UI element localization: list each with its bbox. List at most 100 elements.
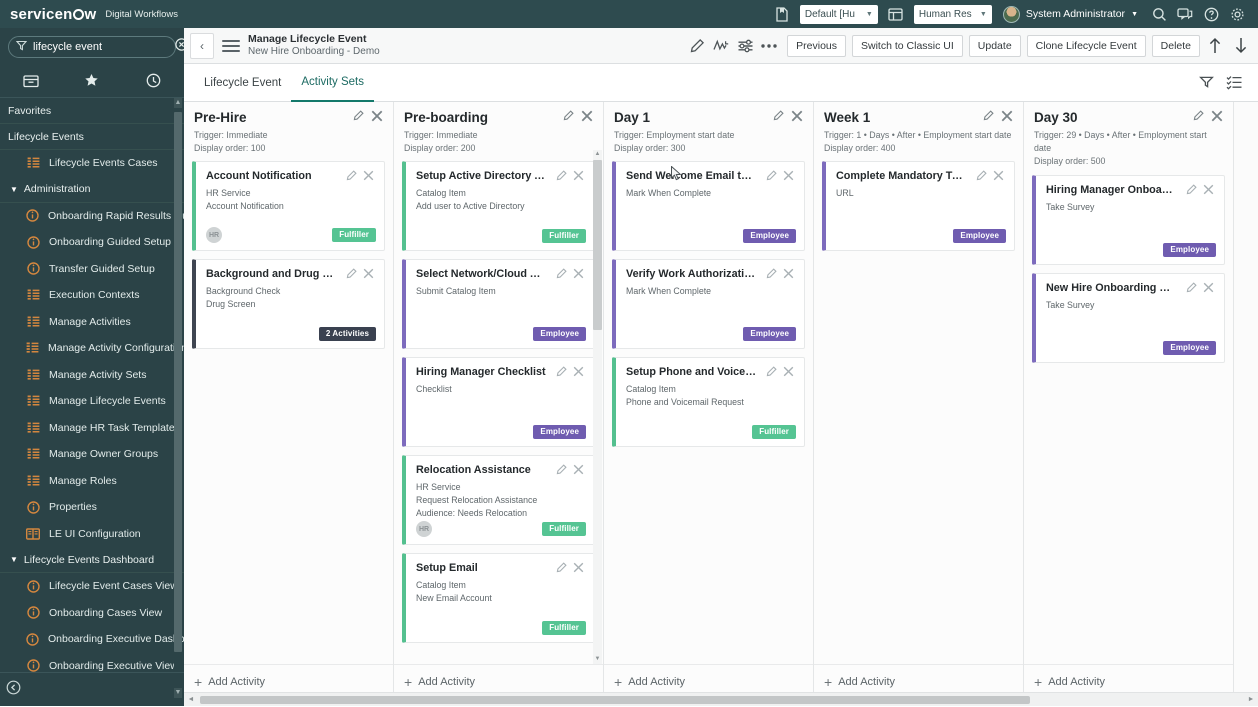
activity-card[interactable]: Send Welcome Email to TeamMark When Comp…	[612, 161, 805, 251]
delete-card-icon[interactable]	[783, 366, 794, 380]
filter-icon[interactable]	[1192, 64, 1220, 102]
edit-column-icon[interactable]	[773, 110, 784, 124]
record-menu-icon[interactable]	[222, 40, 240, 52]
column-card-list[interactable]: Account NotificationHR ServiceAccount No…	[184, 161, 393, 664]
activity-card[interactable]: Complete Mandatory TrainingURLEmployee	[822, 161, 1015, 251]
servicenow-logo[interactable]: servicenw	[10, 7, 96, 22]
hscroll-left-icon[interactable]: ◄	[184, 693, 198, 707]
activity-card[interactable]: New Hire Onboarding SurveyTake SurveyEmp…	[1032, 273, 1225, 363]
sidebar-item-onboarding-cases-view[interactable]: Onboarding Cases View	[0, 600, 184, 627]
board-horizontal-scrollbar[interactable]: ◄ ►	[184, 692, 1258, 706]
sidebar-item-le-ui-configuration[interactable]: LE UI Configuration	[0, 521, 184, 548]
delete-card-icon[interactable]	[1203, 282, 1214, 296]
back-button[interactable]: ‹	[190, 33, 214, 59]
sidebar-item-execution-contexts[interactable]: Execution Contexts	[0, 282, 184, 309]
delete-column-icon[interactable]	[1001, 110, 1013, 125]
docs-icon[interactable]	[769, 0, 795, 28]
delete-card-icon[interactable]	[993, 170, 1004, 184]
filter-sliders-icon[interactable]	[733, 33, 757, 59]
delete-column-icon[interactable]	[581, 110, 593, 125]
column-scroll-down-icon[interactable]: ▼	[593, 655, 602, 664]
update-button[interactable]: Update	[969, 35, 1021, 57]
delete-card-icon[interactable]	[363, 170, 374, 184]
sidebar-item-lifecycle-events-cases[interactable]: Lifecycle Events Cases	[0, 150, 184, 177]
edit-card-icon[interactable]	[766, 268, 777, 282]
sidebar-item-onboarding-executive-dashboard[interactable]: Onboarding Executive Dashboard	[0, 626, 184, 653]
add-activity-button[interactable]: +Add Activity	[404, 674, 475, 690]
activity-card[interactable]: Relocation AssistanceHR ServiceRequest R…	[402, 455, 595, 545]
column-card-list[interactable]: Hiring Manager Onboarding ...Take Survey…	[1024, 175, 1233, 664]
switch-to-classic-ui-button[interactable]: Switch to Classic UI	[852, 35, 963, 57]
hscroll-right-icon[interactable]: ►	[1244, 693, 1258, 707]
add-activity-button[interactable]: +Add Activity	[194, 674, 265, 690]
favorites-icon[interactable]	[61, 64, 122, 98]
more-icon[interactable]	[757, 33, 781, 59]
nav-filter-input[interactable]	[33, 41, 175, 53]
edit-card-icon[interactable]	[346, 268, 357, 282]
domain-select[interactable]: Default [Hu ▼	[800, 5, 878, 24]
previous-button[interactable]: Previous	[787, 35, 846, 57]
collapse-nav-icon[interactable]	[6, 680, 21, 700]
edit-column-icon[interactable]	[983, 110, 994, 124]
nav-filter[interactable]	[8, 36, 176, 58]
pencil-icon[interactable]	[685, 33, 709, 59]
nav-list[interactable]: FavoritesLifecycle EventsLifecycle Event…	[0, 98, 184, 698]
column-card-list[interactable]: Send Welcome Email to TeamMark When Comp…	[604, 161, 813, 664]
edit-card-icon[interactable]	[1186, 282, 1197, 296]
delete-card-icon[interactable]	[573, 562, 584, 576]
sidebar-item-properties[interactable]: Properties	[0, 494, 184, 521]
all-apps-icon[interactable]	[0, 64, 61, 98]
arrow-down-icon[interactable]	[1230, 33, 1252, 59]
sidebar-item-manage-lifecycle-events[interactable]: Manage Lifecycle Events	[0, 388, 184, 415]
sidebar-item-manage-activity-configuration[interactable]: Manage Activity Configuration	[0, 335, 184, 362]
window-icon[interactable]	[883, 0, 909, 28]
sidebar-item-lifecycle-event-cases-view[interactable]: Lifecycle Event Cases View	[0, 573, 184, 600]
help-icon[interactable]	[1198, 0, 1224, 28]
clone-lifecycle-event-button[interactable]: Clone Lifecycle Event	[1027, 35, 1146, 57]
delete-column-icon[interactable]	[791, 110, 803, 125]
sidebar-item-onboarding-guided-setup[interactable]: Onboarding Guided Setup	[0, 229, 184, 256]
edit-card-icon[interactable]	[556, 562, 567, 576]
activity-card[interactable]: Select Network/Cloud Acc...Submit Catalo…	[402, 259, 595, 349]
history-icon[interactable]	[123, 64, 184, 98]
tab-lifecycle-event[interactable]: Lifecycle Event	[194, 64, 291, 102]
add-activity-button[interactable]: +Add Activity	[614, 674, 685, 690]
edit-card-icon[interactable]	[976, 170, 987, 184]
gear-icon[interactable]	[1224, 0, 1250, 28]
edit-card-icon[interactable]	[556, 268, 567, 282]
edit-card-icon[interactable]	[556, 464, 567, 478]
activity-card[interactable]: Background and Drug ChecksBackground Che…	[192, 259, 385, 349]
activity-card[interactable]: Hiring Manager ChecklistChecklistEmploye…	[402, 357, 595, 447]
sidebar-item-manage-activity-sets[interactable]: Manage Activity Sets	[0, 362, 184, 389]
delete-column-icon[interactable]	[371, 110, 383, 125]
nav-scrollbar[interactable]: ▲ ▼	[174, 98, 182, 698]
delete-button[interactable]: Delete	[1152, 35, 1200, 57]
nav-scrollbar-thumb[interactable]	[174, 112, 182, 652]
edit-card-icon[interactable]	[766, 170, 777, 184]
column-scrollbar-thumb[interactable]	[593, 160, 602, 330]
column-scrollbar[interactable]: ▲▼	[593, 150, 602, 664]
chat-icon[interactable]	[1172, 0, 1198, 28]
activity-card[interactable]: Setup Phone and VoicemailCatalog ItemPho…	[612, 357, 805, 447]
activity-icon[interactable]	[709, 33, 733, 59]
sidebar-item-transfer-guided-setup[interactable]: Transfer Guided Setup	[0, 256, 184, 283]
application-select[interactable]: Human Res ▼	[914, 5, 992, 24]
nav-section-lifecycle-events[interactable]: Lifecycle Events	[0, 124, 184, 150]
column-scroll-up-icon[interactable]: ▲	[593, 150, 602, 159]
edit-card-icon[interactable]	[556, 366, 567, 380]
sidebar-item-manage-hr-task-templates[interactable]: Manage HR Task Templates	[0, 415, 184, 442]
edit-column-icon[interactable]	[353, 110, 364, 124]
arrow-up-icon[interactable]	[1204, 33, 1226, 59]
sidebar-item-manage-activities[interactable]: Manage Activities	[0, 309, 184, 336]
search-icon[interactable]	[1146, 0, 1172, 28]
nav-section-administration[interactable]: ▼Administration	[0, 177, 184, 203]
activity-sets-board[interactable]: Pre-HireTrigger: ImmediateDisplay order:…	[184, 102, 1258, 706]
add-activity-button[interactable]: +Add Activity	[824, 674, 895, 690]
list-settings-icon[interactable]	[1220, 64, 1248, 102]
clear-filter-icon[interactable]	[175, 38, 184, 56]
delete-card-icon[interactable]	[573, 268, 584, 282]
edit-card-icon[interactable]	[346, 170, 357, 184]
delete-card-icon[interactable]	[1203, 184, 1214, 198]
tab-activity-sets[interactable]: Activity Sets	[291, 64, 374, 102]
nav-section-lifecycle-events-dashboard[interactable]: ▼Lifecycle Events Dashboard	[0, 547, 184, 573]
